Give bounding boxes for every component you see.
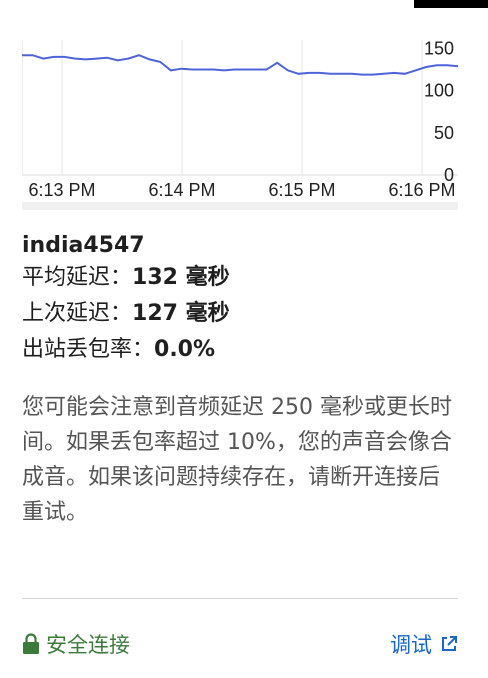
host-name: india4547: [22, 233, 145, 258]
last-latency-value: 127 毫秒: [132, 301, 230, 326]
chart-x-tick-label: 6:15 PM: [268, 180, 335, 200]
debug-link[interactable]: 调试: [390, 629, 458, 659]
latency-description: 您可能会注意到音频延迟 250 毫秒或更长时间。如果丢包率超过 10%，您的声音…: [22, 395, 452, 525]
chart-x-tick-label: 6:14 PM: [148, 180, 215, 200]
lock-icon: [23, 633, 39, 654]
chart-bottom-band: [22, 202, 458, 210]
chart-y-tick-label: 0: [444, 165, 454, 185]
last-latency-label: 上次延迟：: [22, 301, 133, 326]
avg-latency-value: 132 毫秒: [132, 265, 230, 290]
last-latency-row: 上次延迟：127 毫秒: [22, 296, 458, 332]
chart-series-line: [22, 54, 458, 76]
chart-y-tick-label: 100: [424, 81, 454, 101]
secure-connection-label: 安全连接: [46, 633, 130, 657]
external-link-icon: [442, 636, 457, 651]
divider: [22, 598, 458, 599]
packet-loss-label: 出站丢包率：: [22, 337, 155, 362]
packet-loss-row: 出站丢包率：0.0%: [22, 332, 458, 368]
latency-chart: 6:13 PM 6:14 PM 6:15 PM 6:16 PM 150 100 50 0: [22, 40, 458, 210]
stats-section: india4547 平均延迟：132 毫秒 上次延迟：127 毫秒 出站丢包率：…: [22, 232, 458, 368]
latency-chart-svg: 6:13 PM 6:14 PM 6:15 PM 6:16 PM150100500: [22, 40, 458, 210]
chart-y-tick-label: 50: [434, 123, 454, 143]
chart-x-tick-label: 6:13 PM: [28, 180, 95, 200]
secure-connection: 安全连接: [22, 629, 130, 659]
chart-y-tick-label: 150: [424, 40, 454, 58]
avg-latency-row: 平均延迟：132 毫秒: [22, 260, 458, 296]
latency-panel: 6:13 PM 6:14 PM 6:15 PM 6:16 PM 150 100 50 0 in…: [22, 40, 458, 530]
packet-loss-value: 0.0%: [154, 337, 216, 362]
footer: 安全连接 调试: [22, 626, 458, 662]
window-edge: [414, 0, 488, 8]
avg-latency-label: 平均延迟：: [22, 265, 133, 290]
debug-link-label: 调试: [390, 633, 432, 657]
